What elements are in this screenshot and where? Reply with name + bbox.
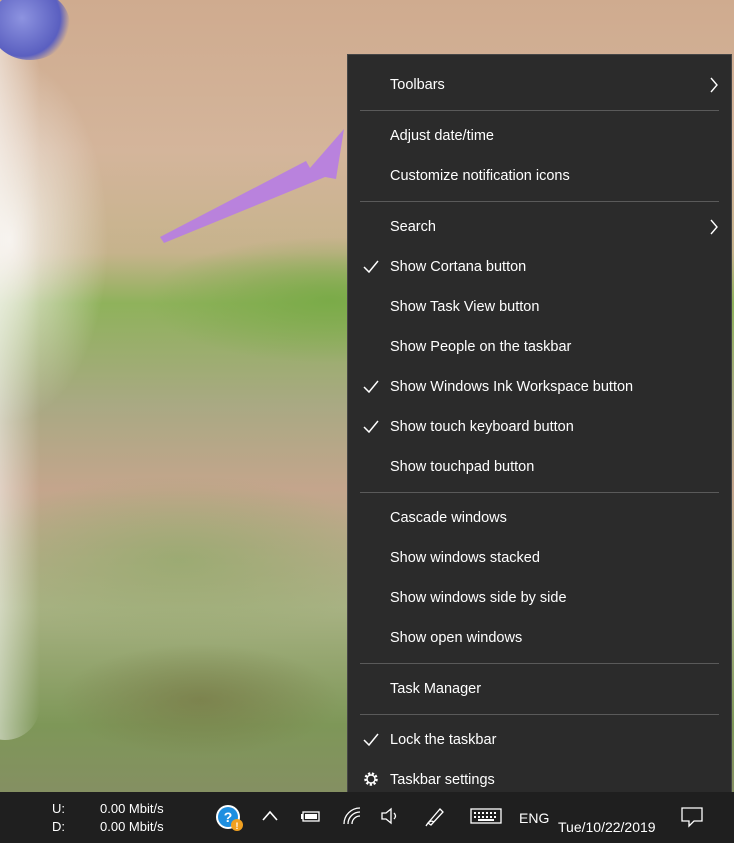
menu-item-label: Customize notification icons <box>390 168 570 184</box>
menu-item-show-open-windows[interactable]: Show open windows <box>348 618 731 658</box>
notification-icon[interactable] <box>680 806 704 828</box>
taskbar-date[interactable]: Tue/10/22/2019 <box>558 819 656 835</box>
chevron-up-icon[interactable] <box>261 809 279 823</box>
menu-item-label: Show touch keyboard button <box>390 419 574 435</box>
battery-icon[interactable] <box>300 809 322 823</box>
svg-text:!: ! <box>236 821 239 831</box>
upload-label: U: <box>52 801 65 816</box>
menu-item-toolbars[interactable]: Toolbars <box>348 65 731 105</box>
taskbar: U: 0.00 Mbit/s D: 0.00 Mbit/s ? ! ENG Tu… <box>0 792 734 843</box>
menu-item-label: Show windows side by side <box>390 590 567 606</box>
menu-item-label: Toolbars <box>390 77 445 93</box>
chevron-right-icon <box>710 219 718 235</box>
svg-text:?: ? <box>224 809 233 825</box>
taskbar-context-menu: Toolbars Adjust date/time Customize notifi… <box>347 54 732 811</box>
menu-item-label: Show Cortana button <box>390 259 527 275</box>
keyboard-icon[interactable] <box>470 808 502 824</box>
menu-separator <box>360 110 719 111</box>
menu-item-label: Show open windows <box>390 630 523 646</box>
checkmark-icon <box>363 733 379 747</box>
menu-item-adjust-date-time[interactable]: Adjust date/time <box>348 116 731 156</box>
download-speed: 0.00 Mbit/s <box>100 819 164 834</box>
menu-item-show-cortana-button[interactable]: Show Cortana button <box>348 247 731 287</box>
pen-icon[interactable] <box>424 805 446 827</box>
menu-separator <box>360 492 719 493</box>
menu-item-label: Search <box>390 219 436 235</box>
wifi-icon[interactable] <box>342 806 362 826</box>
help-warning-icon[interactable]: ? ! <box>214 804 246 834</box>
menu-item-lock-the-taskbar[interactable]: Lock the taskbar <box>348 720 731 760</box>
menu-item-cascade-windows[interactable]: Cascade windows <box>348 498 731 538</box>
menu-item-show-windows-side-by-side[interactable]: Show windows side by side <box>348 578 731 618</box>
menu-item-show-people-on-the-taskbar[interactable]: Show People on the taskbar <box>348 327 731 367</box>
menu-item-label: Task Manager <box>390 681 482 697</box>
menu-item-label: Show windows stacked <box>390 550 540 566</box>
chevron-right-icon <box>710 77 718 93</box>
checkmark-icon <box>363 380 379 394</box>
menu-item-show-task-view-button[interactable]: Show Task View button <box>348 287 731 327</box>
menu-item-show-touchpad-button[interactable]: Show touchpad button <box>348 447 731 487</box>
menu-item-label: Show touchpad button <box>390 459 535 475</box>
menu-item-label: Show Task View button <box>390 299 540 315</box>
menu-separator <box>360 714 719 715</box>
menu-item-customize-notification-icons[interactable]: Customize notification icons <box>348 156 731 196</box>
menu-item-show-windows-ink-workspace-button[interactable]: Show Windows Ink Workspace button <box>348 367 731 407</box>
upload-speed: 0.00 Mbit/s <box>100 801 164 816</box>
checkmark-icon <box>363 260 379 274</box>
menu-item-label: Show Windows Ink Workspace button <box>390 379 634 395</box>
menu-separator <box>360 663 719 664</box>
menu-item-label: Cascade windows <box>390 510 507 526</box>
checkmark-icon <box>363 420 379 434</box>
menu-item-show-windows-stacked[interactable]: Show windows stacked <box>348 538 731 578</box>
menu-item-label: Adjust date/time <box>390 128 494 144</box>
menu-item-search[interactable]: Search <box>348 207 731 247</box>
menu-item-show-touch-keyboard-button[interactable]: Show touch keyboard button <box>348 407 731 447</box>
volume-icon[interactable] <box>380 807 402 825</box>
menu-item-label: Lock the taskbar <box>390 732 497 748</box>
menu-item-task-manager[interactable]: Task Manager <box>348 669 731 709</box>
menu-separator <box>360 201 719 202</box>
language-indicator[interactable]: ENG <box>519 810 549 826</box>
download-label: D: <box>52 819 65 834</box>
menu-item-label: Show People on the taskbar <box>390 339 572 355</box>
wallpaper-fur <box>0 40 40 740</box>
